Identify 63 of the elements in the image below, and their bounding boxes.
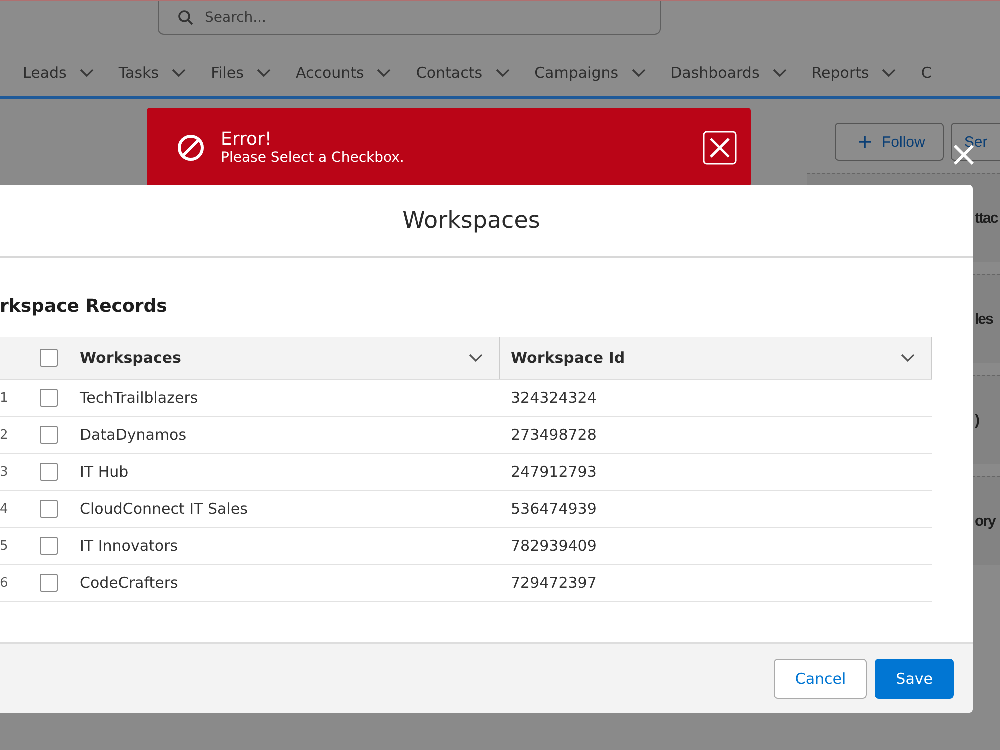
table-cell: 782939409 (511, 537, 597, 555)
section-heading: rkspace Records (0, 296, 168, 317)
row-number: 1 (0, 390, 8, 406)
cancel-button[interactable]: Cancel (774, 658, 868, 698)
chevron-down-icon[interactable] (256, 68, 272, 78)
close-icon[interactable] (703, 130, 737, 164)
row-number: 3 (0, 464, 8, 480)
prohibited-icon (177, 134, 205, 162)
search-field[interactable]: Search... (158, 1, 661, 35)
checkbox[interactable] (40, 426, 58, 444)
plus-icon (858, 135, 872, 149)
nav-tab[interactable]: C (921, 64, 932, 82)
checkbox[interactable] (40, 349, 58, 367)
card-title: ) (975, 412, 979, 428)
chevron-down-icon[interactable] (469, 354, 483, 362)
table-cell: CloudConnect IT Sales (80, 500, 248, 518)
checkbox[interactable] (40, 463, 58, 481)
toast-title: Error! (221, 129, 274, 150)
chevron-down-icon[interactable] (376, 68, 392, 78)
row-number: 5 (0, 538, 8, 554)
chevron-down-icon[interactable] (78, 68, 95, 78)
row-number: 6 (0, 576, 8, 590)
checkbox[interactable] (40, 537, 58, 555)
table-cell: IT Innovators (80, 537, 178, 555)
checkbox[interactable] (40, 389, 58, 407)
nav-tab[interactable]: Files (211, 64, 244, 82)
table-cell: 273498728 (511, 426, 597, 444)
nav-tab[interactable]: Tasks (118, 64, 160, 82)
toast-message: Please Select a Checkbox. (221, 150, 406, 166)
table-cell: IT Hub (80, 463, 129, 481)
nav-tab[interactable]: Dashboards (670, 64, 760, 82)
card-title: ory (975, 512, 996, 530)
header-button[interactable]: Follow (835, 123, 944, 161)
nav-tab[interactable]: Leads (23, 64, 67, 82)
table-cell: 729472397 (511, 574, 597, 592)
chevron-down-icon[interactable] (630, 68, 647, 78)
table-cell: 247912793 (511, 463, 597, 481)
nav-tab[interactable]: Campaigns (534, 64, 619, 82)
row-number: 4 (0, 502, 8, 516)
table-cell: 324324324 (511, 389, 597, 407)
card-title: ttac (975, 210, 998, 226)
chevron-down-icon[interactable] (881, 68, 898, 78)
table-cell: DataDynamos (80, 426, 187, 444)
nav-tab[interactable]: Reports (812, 64, 870, 82)
column-header[interactable]: Workspace Id (500, 337, 932, 379)
card-title: les (975, 310, 993, 328)
chevron-down-icon[interactable] (494, 68, 511, 78)
save-button[interactable]: Save (875, 658, 954, 698)
checkbox[interactable] (40, 574, 58, 592)
table-cell: 536474939 (511, 500, 597, 518)
header-button[interactable]: Ser (951, 123, 1000, 161)
chevron-down-icon[interactable] (901, 354, 915, 362)
nav-tab[interactable]: Accounts (296, 64, 364, 82)
chevron-down-icon[interactable] (772, 68, 788, 78)
nav-tab[interactable]: Contacts (416, 64, 483, 82)
column-header[interactable]: Workspaces (80, 337, 500, 379)
table-cell: TechTrailblazers (80, 389, 198, 407)
table-cell: CodeCrafters (80, 574, 178, 592)
row-number: 2 (0, 428, 8, 442)
search-icon (178, 10, 194, 26)
modal-title: Workspaces (402, 208, 540, 234)
chevron-down-icon[interactable] (171, 68, 188, 78)
checkbox[interactable] (40, 500, 58, 518)
